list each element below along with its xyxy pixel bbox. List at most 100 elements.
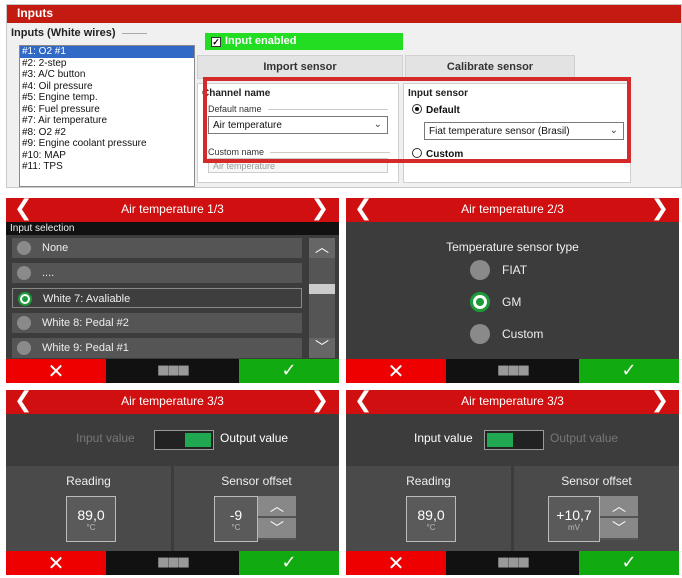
- inputs-group-label: Inputs (White wires): [11, 27, 116, 39]
- offset-stepper[interactable]: ︿ ﹀: [258, 496, 296, 542]
- radio-unselected-icon: [17, 316, 31, 330]
- sensor-option-gm[interactable]: GM: [470, 292, 521, 312]
- toggle-knob: [487, 433, 513, 447]
- offset-value: +10,7: [556, 507, 592, 523]
- list-item[interactable]: #4: Oil pressure: [20, 81, 194, 93]
- reading-panel: Reading 89,0 °C: [346, 466, 511, 551]
- inputs-group-header: Inputs (White wires): [11, 27, 147, 39]
- radio-unselected-icon: [470, 260, 490, 280]
- screen-title: Air temperature 3/3: [121, 394, 224, 408]
- cancel-button[interactable]: ✕: [346, 359, 446, 383]
- decrement-arrow-icon[interactable]: ﹀: [258, 518, 296, 540]
- screen-header: ❮ Air temperature 3/3 ❯: [346, 390, 679, 414]
- values-area: Reading 89,0 °C Sensor offset -9 °C ︿ ﹀: [6, 466, 339, 551]
- sensor-type-heading: Temperature sensor type: [446, 240, 579, 254]
- highlight-box: [203, 77, 631, 163]
- sensor-option-label: FIAT: [502, 263, 528, 277]
- value-toggle-switch[interactable]: [154, 430, 214, 450]
- option-row-selected[interactable]: White 7: Avaliable: [12, 288, 302, 308]
- forward-arrow-icon[interactable]: ❯: [651, 390, 669, 412]
- radio-unselected-icon: [17, 266, 31, 280]
- cancel-button[interactable]: ✕: [346, 551, 446, 575]
- offset-unit: mV: [568, 523, 580, 532]
- offset-label: Sensor offset: [221, 474, 292, 488]
- sensor-option-label: GM: [502, 295, 522, 309]
- output-value-label: Output value: [220, 431, 289, 445]
- list-item[interactable]: #6: Fuel pressure: [20, 104, 194, 116]
- scroll-down-icon[interactable]: ﹀: [309, 338, 335, 358]
- offset-value-box[interactable]: -9 °C: [214, 496, 258, 542]
- list-item[interactable]: #5: Engine temp.: [20, 92, 194, 104]
- forward-arrow-icon[interactable]: ❯: [311, 390, 329, 412]
- option-row[interactable]: White 8: Pedal #2: [12, 313, 302, 333]
- scroll-up-icon[interactable]: ︿: [309, 238, 335, 258]
- values-area: Reading 89,0 °C Sensor offset +10,7 mV ︿…: [346, 466, 679, 551]
- list-item[interactable]: #7: Air temperature: [20, 115, 194, 127]
- confirm-button[interactable]: ✓: [579, 551, 679, 575]
- screen-header: ❮ Air temperature 3/3 ❯: [6, 390, 339, 414]
- screen-title: Air temperature 3/3: [461, 394, 564, 408]
- reading-unit: °C: [86, 523, 96, 532]
- offset-value-box[interactable]: +10,7 mV: [548, 496, 600, 542]
- menu-grid-icon[interactable]: ■■■: [106, 359, 239, 383]
- list-item[interactable]: #9: Engine coolant pressure: [20, 138, 194, 150]
- sensor-option-fiat[interactable]: FIAT: [470, 260, 527, 280]
- input-enabled-label: Input enabled: [225, 35, 297, 47]
- option-label: White 9: Pedal #1: [42, 342, 129, 354]
- list-item[interactable]: #1: O2 #1: [20, 46, 194, 58]
- screen-footer: ✕ ■■■ ✓: [346, 359, 679, 383]
- confirm-button[interactable]: ✓: [579, 359, 679, 383]
- input-selection-header: Input selection: [6, 222, 339, 235]
- inputs-listbox[interactable]: #1: O2 #1 #2: 2-step #3: A/C button #4: …: [19, 45, 195, 187]
- list-item-extra[interactable]: [20, 173, 194, 179]
- menu-grid-icon[interactable]: ■■■: [106, 551, 239, 575]
- input-enabled-checkbox[interactable]: ✓ Input enabled: [205, 33, 403, 50]
- cancel-button[interactable]: ✕: [6, 359, 106, 383]
- screen-calibration-output: ❮ Air temperature 3/3 ❯ Input value Outp…: [6, 390, 339, 575]
- value-toggle-row: Input value Output value: [6, 414, 339, 466]
- decrement-arrow-icon[interactable]: ﹀: [600, 518, 638, 540]
- list-item[interactable]: #10: MAP: [20, 150, 194, 162]
- confirm-button[interactable]: ✓: [239, 551, 339, 575]
- menu-grid-icon[interactable]: ■■■: [446, 359, 579, 383]
- screen-title: Air temperature 2/3: [461, 202, 564, 216]
- forward-arrow-icon[interactable]: ❯: [651, 198, 669, 220]
- cancel-button[interactable]: ✕: [6, 551, 106, 575]
- calibrate-sensor-button[interactable]: Calibrate sensor: [405, 55, 575, 79]
- offset-unit: °C: [231, 523, 241, 532]
- increment-arrow-icon[interactable]: ︿: [600, 496, 638, 518]
- option-row[interactable]: White 9: Pedal #1: [12, 338, 302, 358]
- option-row[interactable]: None: [12, 238, 302, 258]
- scroll-thumb[interactable]: [309, 284, 335, 294]
- option-label: White 7: Avaliable: [43, 293, 131, 305]
- list-item[interactable]: #11: TPS: [20, 161, 194, 173]
- screen-title: Air temperature 1/3: [121, 202, 224, 216]
- increment-arrow-icon[interactable]: ︿: [258, 496, 296, 518]
- scrollbar[interactable]: ︿ ﹀: [309, 238, 335, 358]
- confirm-button[interactable]: ✓: [239, 359, 339, 383]
- radio-selected-icon: [470, 292, 490, 312]
- radio-unselected-icon: [17, 341, 31, 355]
- checkbox-checked-icon: ✓: [211, 37, 221, 47]
- menu-grid-icon[interactable]: ■■■: [446, 551, 579, 575]
- option-label: ....: [42, 267, 55, 279]
- offset-stepper[interactable]: ︿ ﹀: [600, 496, 638, 542]
- value-toggle-switch[interactable]: [484, 430, 544, 450]
- screen-header: ❮ Air temperature 1/3 ❯: [6, 198, 339, 222]
- reading-label: Reading: [406, 474, 451, 488]
- radio-selected-icon: [18, 292, 32, 306]
- forward-arrow-icon[interactable]: ❯: [311, 198, 329, 220]
- list-item[interactable]: #3: A/C button: [20, 69, 194, 81]
- sensor-option-custom[interactable]: Custom: [470, 324, 543, 344]
- list-item[interactable]: #8: O2 #2: [20, 127, 194, 139]
- offset-value: -9: [229, 507, 243, 523]
- option-row[interactable]: ....: [12, 263, 302, 283]
- input-value-label: Input value: [414, 431, 473, 445]
- reading-value-box: 89,0 °C: [406, 496, 456, 542]
- offset-panel: Sensor offset -9 °C ︿ ﹀: [174, 466, 339, 551]
- screen-calibration-input: ❮ Air temperature 3/3 ❯ Input value Outp…: [346, 390, 679, 575]
- list-item[interactable]: #2: 2-step: [20, 58, 194, 70]
- import-sensor-button[interactable]: Import sensor: [197, 55, 403, 79]
- toggle-knob: [185, 433, 211, 447]
- screen-header: ❮ Air temperature 2/3 ❯: [346, 198, 679, 222]
